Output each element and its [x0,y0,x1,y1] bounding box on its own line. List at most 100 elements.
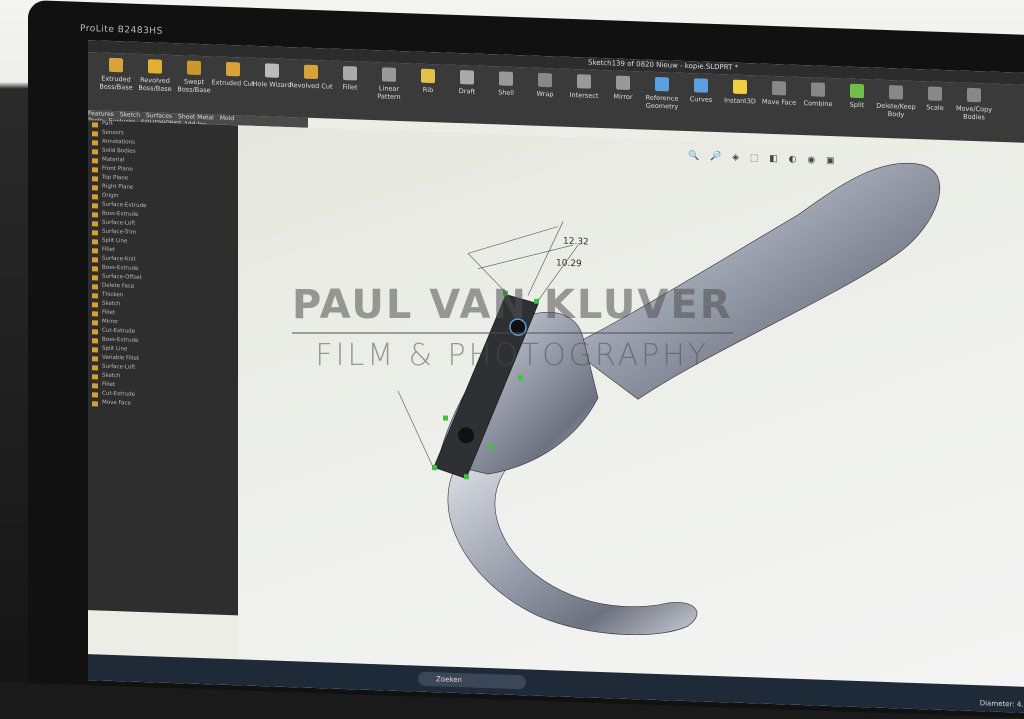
ribbon-button-curves[interactable]: Curves [679,78,723,105]
hook-lower-arm [447,454,698,636]
tree-item-label: Solid Bodies [102,147,136,155]
ribbon-button-label: Intersect [569,90,599,100]
ribbon-button-revolved-cut[interactable]: Revolved Cut [289,64,333,91]
ribbon-icon [967,87,981,103]
tree-item-label: Right Plane [102,183,134,191]
feature-icon [92,176,98,182]
screen: Sketch139 of 0820 Nieuw - kopie.SLDPRT *… [88,40,1024,714]
ribbon-button-label: Draft [458,87,476,96]
tree-item-label: Fillet [102,381,115,389]
dimension-label-1[interactable]: 12.32 [563,237,589,248]
ribbon-button-extruded-cut[interactable]: Extruded Cut [211,61,255,88]
ribbon-button-draft[interactable]: Draft [445,70,489,97]
ribbon-icon [850,83,864,99]
ribbon-button-label: Instant3D [724,96,756,106]
tree-item-label: Cut-Extrude [102,327,135,335]
photographer-watermark: PAUL VAN KLUVER FILM & PHOTOGRAPHY [292,282,733,373]
ribbon-button-move-face[interactable]: Move Face [757,80,801,107]
tree-item-label: Sketch [102,300,121,308]
ribbon-button-label: Move Face [761,97,797,107]
ribbon-icon [265,63,279,78]
tree-item-label: Top Plane [102,174,129,182]
ribbon-button-label: Shell [498,88,514,97]
ribbon-button-swept-boss-base[interactable]: Swept Boss/Base [172,60,216,95]
tree-item-label: Surface-Offset [102,273,142,281]
feature-icon [92,374,98,380]
ribbon-button-shell[interactable]: Shell [484,71,528,98]
ribbon-button-label: Hole Wizard [252,79,292,90]
watermark-line-1: PAUL VAN KLUVER [292,282,733,328]
feature-icon [92,383,98,389]
dimension-label-2[interactable]: 10.29 [556,258,582,269]
tree-item-label: Move Face [102,399,131,407]
feature-icon [92,311,98,317]
ribbon-icon [577,74,591,89]
tree-item-label: Delete Face [102,282,135,290]
ribbon-button-extruded-boss-base[interactable]: Extruded Boss/Base [94,57,138,92]
ribbon-icon [928,86,942,101]
ribbon-button-scale[interactable]: Scale [913,86,957,113]
ribbon-icon [811,82,825,97]
ribbon-button-revolved-boss-base[interactable]: Revolved Boss/Base [133,59,177,94]
tree-item-label: Boss-Extrude [102,210,139,218]
feature-icon [92,257,98,263]
ribbon-icon [694,78,708,93]
ribbon-button-reference-geometry[interactable]: Reference Geometry [640,76,684,111]
ribbon-button-split[interactable]: Split [835,83,879,110]
ribbon-icon [616,75,630,91]
tree-item-label: Surface-Extrude [102,201,147,210]
tree-item-label: Split Line [102,237,128,245]
ribbon-button-instant3d[interactable]: Instant3D [718,79,762,106]
tree-item-label: Split Line [102,345,128,353]
feature-icon [92,149,98,155]
ribbon-button-rib[interactable]: Rib [406,68,450,95]
feature-icon [92,392,98,398]
ribbon-button-label: Combine [803,99,833,109]
feature-icon [92,185,98,191]
tree-item-label: Surface-Loft [102,363,136,371]
ribbon-button-fillet[interactable]: Fillet [328,65,372,92]
ribbon-button-label: Mirror [613,92,633,102]
ribbon-icon [148,59,162,74]
ribbon-icon [187,60,201,76]
coat-hook-model[interactable] [238,125,1024,694]
tree-item-label: Sensors [102,129,124,137]
taskbar-search[interactable]: Zoeken [418,671,526,690]
ribbon-button-label: Swept Boss/Base [177,77,211,95]
ribbon-button-wrap[interactable]: Wrap [523,72,567,99]
feature-icon [92,338,98,344]
monitor-brand-label: ProLite B2483HS [80,23,163,37]
feature-icon [92,167,98,173]
ribbon-button-mirror[interactable]: Mirror [601,75,645,102]
ribbon-button-label: Rib [422,85,434,95]
ribbon-button-label: Fillet [342,82,358,92]
ribbon-button-label: Move/Copy Bodies [955,104,993,122]
ribbon-icon [226,61,240,77]
diameter-status: Diameter: 4.2 [979,699,1024,709]
ribbon-button-move-copy-bodies[interactable]: Move/Copy Bodies [952,87,996,122]
tree-item-label: Boss-Extrude [102,264,139,272]
ribbon-button-hole-wizard[interactable]: Hole Wizard [250,63,294,90]
feature-icon [92,158,98,164]
feature-icon [92,230,98,236]
graphics-area[interactable]: 🔍 🔎 ◈ ⬚ ◧ ◐ ◉ ▣ 12.32 10.29 [238,125,1024,694]
ribbon-button-intersect[interactable]: Intersect [562,74,606,101]
tree-item-label: Cut-Extrude [102,390,135,398]
ribbon-icon [343,66,357,81]
feature-icon [92,275,98,281]
ribbon-button-linear-pattern[interactable]: Linear Pattern [367,67,411,102]
feature-icon [92,347,98,353]
feature-icon [92,329,98,335]
tree-item-label: Sketch [102,372,121,380]
tree-item-label: Origin [102,192,119,200]
tree-item-label: Material [102,156,125,164]
tree-item-label: Surface-Trim [102,228,137,236]
ribbon-button-combine[interactable]: Combine [796,82,840,109]
tree-item-label: Part [102,120,113,127]
ribbon-icon [733,79,747,95]
ribbon-button-delete-keep-body[interactable]: Delete/Keep Body [874,85,918,120]
tree-item-label: Thicken [102,291,124,299]
watermark-divider [292,332,733,334]
ribbon-button-label: Split [849,100,865,110]
tree-item-label: Fillet [102,309,115,317]
